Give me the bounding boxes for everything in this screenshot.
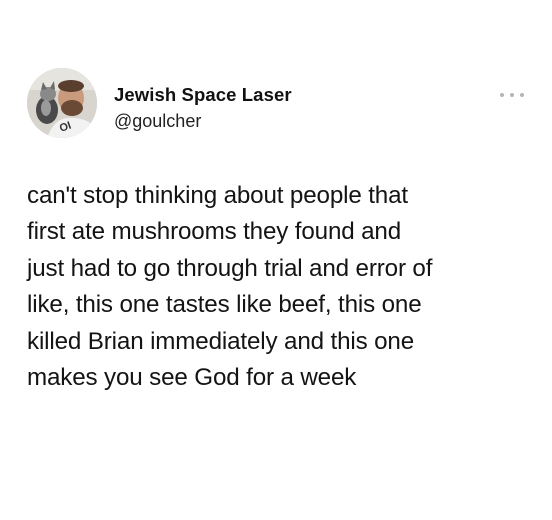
- display-name[interactable]: Jewish Space Laser: [114, 84, 292, 106]
- avatar[interactable]: OI: [27, 68, 97, 138]
- tweet-text-line: like, this one tastes like beef, this on…: [27, 291, 422, 319]
- tweet-text-line: first ate mushrooms they found and: [27, 218, 402, 246]
- tweet-text-line: just had to go through trial and error o…: [27, 254, 433, 282]
- ellipsis-icon: [510, 93, 514, 97]
- user-handle[interactable]: @goulcher: [114, 111, 201, 132]
- profile-photo-icon: OI: [27, 68, 97, 138]
- ellipsis-icon: [520, 93, 524, 97]
- tweet-text-line: killed Brian immediately and this one: [27, 327, 415, 355]
- tweet-card: OI Jewish Space Laser @goulcher can't st…: [0, 0, 552, 520]
- tweet-text: can't stop thinking about people that fi…: [27, 178, 542, 396]
- tweet-text-line: makes you see God for a week: [27, 364, 357, 392]
- ellipsis-icon: [500, 93, 504, 97]
- tweet-text-line: can't stop thinking about people that: [27, 182, 408, 209]
- more-options-button[interactable]: [500, 88, 524, 102]
